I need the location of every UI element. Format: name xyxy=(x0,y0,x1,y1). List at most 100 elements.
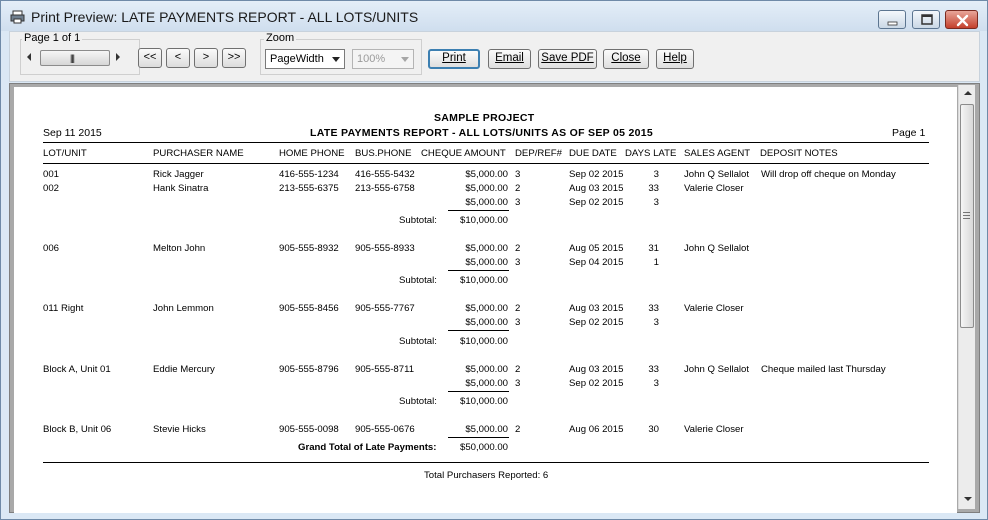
zoom-percent-select[interactable]: 100% xyxy=(352,49,414,69)
minimize-button[interactable] xyxy=(878,10,906,29)
cell-days-late: 1 xyxy=(653,257,659,268)
cell-home-phone: 905-555-8456 xyxy=(279,303,339,314)
grip-icon: ||| xyxy=(70,53,75,63)
report-page-number: Page 1 xyxy=(892,127,926,139)
cell-purchaser: Rick Jagger xyxy=(153,169,204,180)
cell-due-date: Sep 02 2015 xyxy=(569,378,624,389)
cell-bus-phone: 213-555-6758 xyxy=(355,183,415,194)
cell-days-late: 33 xyxy=(648,364,659,375)
help-button[interactable]: Help xyxy=(656,49,694,69)
next-page-button[interactable]: > xyxy=(194,48,218,68)
columns-rule xyxy=(43,163,929,164)
last-page-button[interactable]: >> xyxy=(222,48,246,68)
cell-dep: 2 xyxy=(515,364,521,375)
col-due-date: DUE DATE xyxy=(569,148,617,159)
grand-total-value: $50,000.00 xyxy=(459,442,508,453)
subtotal-rule xyxy=(448,210,509,211)
printer-icon xyxy=(10,10,25,24)
scroll-down-icon[interactable] xyxy=(964,497,972,501)
close-window-button[interactable] xyxy=(945,10,978,29)
cell-sales-agent: Valerie Closer xyxy=(684,424,744,435)
print-preview-window: Print Preview: LATE PAYMENTS REPORT - AL… xyxy=(0,0,988,520)
subtotal-value: $10,000.00 xyxy=(459,215,508,226)
col-cheque-amount: CHEQUE AMOUNT xyxy=(421,148,506,159)
cell-due-date: Sep 02 2015 xyxy=(569,197,624,208)
cell-due-date: Aug 03 2015 xyxy=(569,183,624,194)
cell-dep: 2 xyxy=(515,303,521,314)
chevron-down-icon xyxy=(332,57,340,62)
cell-dep: 2 xyxy=(515,183,521,194)
vertical-scrollbar[interactable]: — — — xyxy=(958,85,975,509)
subtotal-rule xyxy=(448,270,509,271)
col-days-late: DAYS LATE xyxy=(625,148,677,159)
cell-bus-phone: 905-555-7767 xyxy=(355,303,415,314)
cell-dep: 3 xyxy=(515,257,521,268)
cell-dep: 2 xyxy=(515,424,521,435)
zoom-mode-select[interactable]: PageWidth xyxy=(265,49,345,69)
page-scrollbar[interactable]: ||| xyxy=(18,50,128,67)
cell-sales-agent: John Q Sellalot xyxy=(684,243,750,254)
grand-total-label: Grand Total of Late Payments: xyxy=(298,442,437,453)
cell-due-date: Aug 03 2015 xyxy=(569,364,624,375)
cell-sales-agent: Valerie Closer xyxy=(684,303,744,314)
header-rule xyxy=(43,142,929,143)
report-footer: Total Purchasers Reported: 6 xyxy=(424,470,549,481)
cell-bus-phone: 905-555-8711 xyxy=(355,364,415,375)
cell-amount: $5,000.00 xyxy=(465,364,508,375)
page-indicator: Page 1 of 1 xyxy=(22,32,83,44)
cell-lot: 002 xyxy=(43,183,60,194)
maximize-icon xyxy=(921,14,933,25)
chevron-down-icon xyxy=(401,57,409,62)
cell-amount: $5,000.00 xyxy=(465,197,508,208)
subtotal-rule xyxy=(448,391,509,392)
page-scroll-thumb[interactable]: ||| xyxy=(40,50,110,66)
cell-amount: $5,000.00 xyxy=(465,257,508,268)
cell-purchaser: John Lemmon xyxy=(153,303,214,314)
print-button[interactable]: Print xyxy=(428,49,480,69)
cell-purchaser: Stevie Hicks xyxy=(153,424,206,435)
save-pdf-button[interactable]: Save PDF xyxy=(538,49,597,69)
cell-lot: Block A, Unit 01 xyxy=(43,364,111,375)
report-date: Sep 11 2015 xyxy=(43,127,102,139)
scroll-right-icon[interactable] xyxy=(116,53,120,61)
footer-rule xyxy=(43,462,929,463)
vertical-scroll-thumb[interactable]: — — — xyxy=(960,104,974,328)
cell-days-late: 31 xyxy=(648,243,659,254)
prev-page-button[interactable]: < xyxy=(166,48,190,68)
cell-amount: $5,000.00 xyxy=(465,317,508,328)
cell-lot: 011 Right xyxy=(43,303,84,314)
cell-amount: $5,000.00 xyxy=(465,243,508,254)
cell-purchaser: Eddie Mercury xyxy=(153,364,215,375)
window-title: Print Preview: LATE PAYMENTS REPORT - AL… xyxy=(31,9,419,25)
col-dep-ref: DEP/REF# xyxy=(515,148,562,159)
cell-dep: 3 xyxy=(515,169,521,180)
cell-due-date: Sep 02 2015 xyxy=(569,317,624,328)
col-purchaser: PURCHASER NAME xyxy=(153,148,244,159)
cell-dep: 3 xyxy=(515,197,521,208)
cell-home-phone: 416-555-1234 xyxy=(279,169,339,180)
cell-bus-phone: 416-555-5432 xyxy=(355,169,415,180)
cell-dep: 3 xyxy=(515,378,521,389)
cell-deposit-notes: Cheque mailed last Thursday xyxy=(761,364,886,375)
cell-due-date: Sep 02 2015 xyxy=(569,169,624,180)
cell-days-late: 3 xyxy=(653,317,659,328)
cell-purchaser: Melton John xyxy=(153,243,206,254)
first-page-button[interactable]: << xyxy=(138,48,162,68)
cell-home-phone: 905-555-0098 xyxy=(279,424,339,435)
cell-amount: $5,000.00 xyxy=(465,378,508,389)
cell-days-late: 3 xyxy=(653,197,659,208)
cell-amount: $5,000.00 xyxy=(465,424,508,435)
zoom-label: Zoom xyxy=(264,32,297,44)
subtotal-rule xyxy=(448,330,509,331)
scroll-up-icon[interactable] xyxy=(964,91,972,95)
subtotal-value: $10,000.00 xyxy=(459,336,508,347)
cell-due-date: Aug 05 2015 xyxy=(569,243,624,254)
email-button[interactable]: Email xyxy=(488,49,531,69)
maximize-button[interactable] xyxy=(912,10,940,29)
subtotal-value: $10,000.00 xyxy=(459,275,508,286)
col-bus-phone: BUS.PHONE xyxy=(355,148,412,159)
cell-days-late: 30 xyxy=(648,424,659,435)
scroll-left-icon[interactable] xyxy=(27,53,31,61)
close-button[interactable]: Close xyxy=(603,49,649,69)
cell-home-phone: 213-555-6375 xyxy=(279,183,339,194)
